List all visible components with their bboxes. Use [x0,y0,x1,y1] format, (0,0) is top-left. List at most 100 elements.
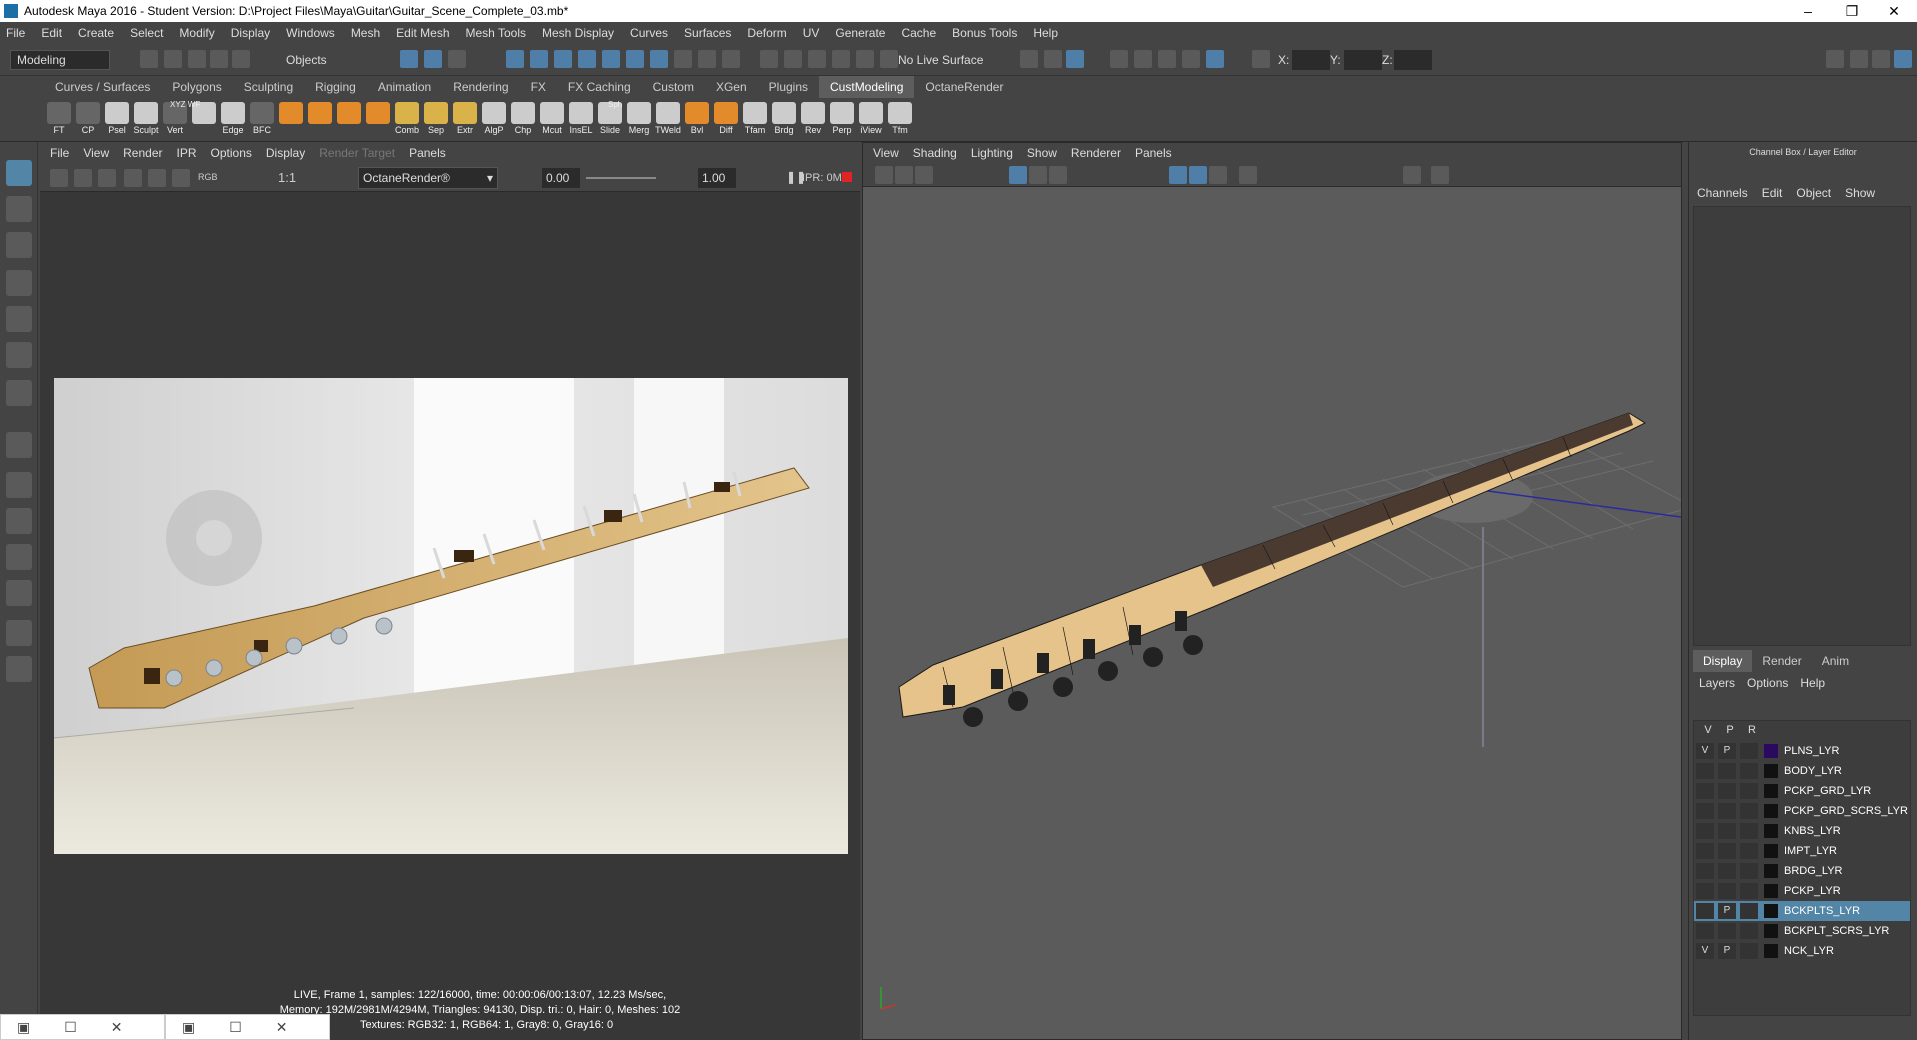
shelf-button-sculpt[interactable]: Sculpt [131,102,161,138]
render-settings-icon[interactable] [1182,50,1200,68]
save-scene-icon[interactable] [188,50,206,68]
construction-history-icon[interactable] [1066,50,1084,68]
magnet-surface-icon[interactable] [856,50,874,68]
shelf-button-tweld[interactable]: TWeld [653,102,683,138]
stop-render-icon[interactable] [842,172,852,182]
render-region-icon[interactable] [74,169,92,187]
shelf-button-tfm[interactable]: Tfm [885,102,915,138]
layer-tab-anim[interactable]: Anim [1812,650,1859,672]
side-by-side-icon[interactable] [6,508,32,534]
shelf-button-diff[interactable]: Diff [711,102,741,138]
x-field[interactable] [1292,50,1330,70]
layer-color-swatch[interactable] [1764,764,1778,778]
layer-visibility-toggle[interactable]: V [1696,743,1714,759]
layer-row[interactable]: V P PLNS_LYR [1694,741,1910,761]
layer-color-swatch[interactable] [1764,924,1778,938]
xray-icon[interactable] [1431,166,1449,184]
gamma-field[interactable]: 1.00 [698,168,736,188]
layer-row[interactable]: BRDG_LYR [1694,861,1910,881]
selection-mask[interactable]: Objects [286,50,376,70]
layer-name[interactable]: KNBS_LYR [1784,825,1841,837]
ipr-icon[interactable] [124,169,142,187]
viewport-menu-renderer[interactable]: Renderer [1071,146,1121,160]
render-menu-view[interactable]: View [83,146,109,160]
shelf-tab-rendering[interactable]: Rendering [442,76,519,98]
viewport-menu-view[interactable]: View [873,146,899,160]
shelf-tab-custmodeling[interactable]: CustModeling [819,76,915,98]
layer-reference-toggle[interactable] [1740,743,1758,759]
isolate-select-icon[interactable] [1403,166,1421,184]
channel-menu-channels[interactable]: Channels [1697,186,1748,200]
shelf-tab-fx[interactable]: FX [520,76,557,98]
z-field[interactable] [1394,50,1432,70]
layer-name[interactable]: PLNS_LYR [1784,745,1839,757]
layer-playback-toggle[interactable]: P [1718,943,1736,959]
modeling-toolkit-icon[interactable] [1826,50,1844,68]
layer-row[interactable]: PCKP_GRD_LYR [1694,781,1910,801]
select-by-hierarchy-icon[interactable] [400,50,418,68]
snap-curve-icon[interactable] [530,50,548,68]
layer-visibility-toggle[interactable] [1696,763,1714,779]
layer-visibility-toggle[interactable] [1696,863,1714,879]
live-surface-field[interactable]: No Live Surface [898,50,1008,70]
render-menu-render-target[interactable]: Render Target [319,146,395,160]
select-by-component-icon[interactable] [448,50,466,68]
minimize-button[interactable]: – [1785,0,1831,22]
layer-color-swatch[interactable] [1764,744,1778,758]
layer-row[interactable]: BODY_LYR [1694,761,1910,781]
shelf-options-icon[interactable] [10,102,30,138]
shelf-tab-plugins[interactable]: Plugins [758,76,819,98]
magnet-live-icon[interactable] [880,50,898,68]
grid-icon[interactable] [1009,166,1027,184]
layer-name[interactable]: NCK_LYR [1784,945,1834,957]
layer-playback-toggle[interactable] [1718,923,1736,939]
layer-tab-display[interactable]: Display [1693,650,1753,672]
shelf-button-tool-8[interactable] [276,102,306,138]
shelf-button-comb[interactable]: Comb [392,102,422,138]
taskbar-item-1[interactable]: ▣ ☐ ✕ [0,1014,165,1040]
render-menu-file[interactable]: File [50,146,69,160]
shelf-button-brdg[interactable]: Brdg [769,102,799,138]
shelf-button-mcut[interactable]: Mcut [537,102,567,138]
menu-mesh-display[interactable]: Mesh Display [542,26,614,40]
four-view-icon[interactable] [6,472,32,498]
bookmark-icon[interactable] [915,166,933,184]
layer-row[interactable]: PCKP_LYR [1694,881,1910,901]
layer-playback-toggle[interactable] [1718,823,1736,839]
shelf-button-iview[interactable]: iView [856,102,886,138]
layer-color-swatch[interactable] [1764,784,1778,798]
render-menu-options[interactable]: Options [211,146,252,160]
layer-playback-toggle[interactable] [1718,863,1736,879]
display-settings-icon[interactable] [172,169,190,187]
menu-cache[interactable]: Cache [901,26,936,40]
viewport-menu-show[interactable]: Show [1027,146,1057,160]
film-gate-icon[interactable] [1029,166,1047,184]
single-view-icon[interactable] [6,432,32,458]
layer-row[interactable]: BCKPLT_SCRS_LYR [1694,921,1910,941]
select-by-object-icon[interactable] [424,50,442,68]
menu-bonus-tools[interactable]: Bonus Tools [952,26,1017,40]
layer-visibility-toggle[interactable] [1696,843,1714,859]
layer-name[interactable]: BCKPLT_SCRS_LYR [1784,925,1889,937]
menu-modify[interactable]: Modify [179,26,214,40]
output-ops-icon[interactable] [1044,50,1062,68]
layer-name[interactable]: PCKP_GRD_LYR [1784,785,1871,797]
layer-reference-toggle[interactable] [1740,823,1758,839]
redo-icon[interactable] [232,50,250,68]
shelf-button-merg[interactable]: Merg [624,102,654,138]
layer-reference-toggle[interactable] [1740,763,1758,779]
layer-reference-toggle[interactable] [1740,803,1758,819]
persp-outliner-icon[interactable] [6,580,32,606]
shelf-tab-octanerender[interactable]: OctaneRender [914,76,1014,98]
snapshot-icon[interactable] [98,169,116,187]
menu-create[interactable]: Create [78,26,114,40]
menu-deform[interactable]: Deform [747,26,786,40]
channel-menu-edit[interactable]: Edit [1762,186,1783,200]
layer-color-swatch[interactable] [1764,844,1778,858]
layout-icon[interactable] [6,656,32,682]
layer-reference-toggle[interactable] [1740,783,1758,799]
maximize-button[interactable]: ❐ [1829,0,1875,22]
menu-windows[interactable]: Windows [286,26,335,40]
layer-visibility-toggle[interactable]: V [1696,943,1714,959]
viewport-menu-shading[interactable]: Shading [913,146,957,160]
